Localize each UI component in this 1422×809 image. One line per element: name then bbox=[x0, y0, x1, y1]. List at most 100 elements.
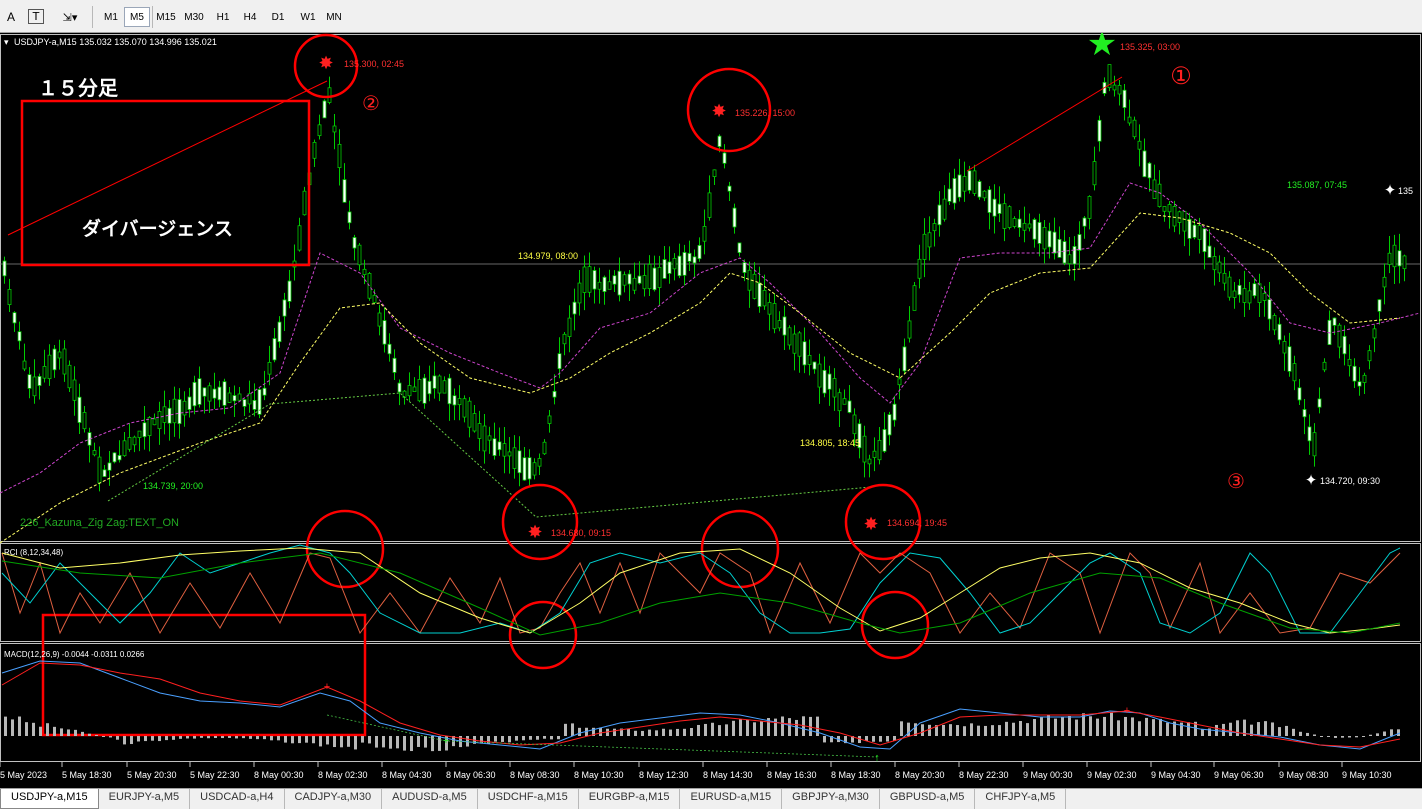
timeframe-mn[interactable]: MN bbox=[321, 7, 347, 27]
macd-histogram-bar bbox=[1138, 721, 1141, 736]
macd-histogram-bar bbox=[410, 736, 413, 752]
candle-body bbox=[1082, 217, 1087, 227]
candle-body bbox=[197, 378, 202, 405]
macd-histogram-bar bbox=[508, 736, 511, 743]
text-label-tool-button[interactable]: T bbox=[28, 9, 44, 24]
timeframe-m30[interactable]: M30 bbox=[181, 7, 207, 27]
macd-histogram-bar bbox=[312, 736, 315, 744]
timeframe-h1[interactable]: H1 bbox=[210, 7, 236, 27]
chart-area[interactable]: ✸ ✸ ✸ ✸ ★ ✦ ✦ 135.300, 02:45 135.226, 15… bbox=[0, 25, 1422, 788]
candle-body bbox=[107, 462, 112, 471]
timeframe-m1[interactable]: M1 bbox=[98, 7, 124, 27]
candle-body bbox=[1072, 246, 1077, 265]
timeframe-h4[interactable]: H4 bbox=[237, 7, 263, 27]
candle-body bbox=[152, 418, 157, 426]
symbol-tab[interactable]: GBPUSD-a,M5 bbox=[880, 789, 976, 809]
candle-body bbox=[887, 414, 892, 436]
time-axis-label: 8 May 12:30 bbox=[639, 770, 689, 780]
macd-histogram-bar bbox=[242, 736, 245, 739]
macd-histogram-bar bbox=[1369, 734, 1372, 736]
macd-histogram-bar bbox=[165, 736, 168, 741]
macd-histogram-bar bbox=[389, 736, 392, 749]
timeframe-w1[interactable]: W1 bbox=[295, 7, 321, 27]
macd-cross-icon: + bbox=[324, 681, 330, 693]
candle-body bbox=[317, 124, 322, 137]
high-star-icon: ★ bbox=[1087, 33, 1117, 63]
candle-body bbox=[1387, 252, 1392, 265]
macd-histogram-bar bbox=[1012, 722, 1015, 736]
symbol-tab[interactable]: AUDUSD-a,M5 bbox=[382, 789, 478, 809]
candle-body bbox=[457, 398, 462, 406]
macd-histogram-bar bbox=[298, 736, 301, 744]
candle-body bbox=[1167, 204, 1172, 213]
candle-body bbox=[627, 273, 632, 285]
macd-histogram-bar bbox=[1390, 729, 1393, 736]
arrows-tool-button[interactable]: ⇲▾ bbox=[56, 7, 84, 27]
macd-histogram-bar bbox=[662, 728, 665, 736]
symbol-tab[interactable]: CHFJPY-a,M5 bbox=[975, 789, 1067, 809]
symbol-tab[interactable]: EURUSD-a,M15 bbox=[680, 789, 783, 809]
candle-body bbox=[7, 289, 12, 306]
macd-histogram-bar bbox=[1348, 736, 1351, 738]
macd-histogram-bar bbox=[655, 730, 658, 736]
candle-body bbox=[52, 348, 57, 371]
candle-body bbox=[1147, 162, 1152, 179]
macd-histogram-bar bbox=[704, 723, 707, 736]
symbol-tab[interactable]: USDCAD-a,H4 bbox=[190, 789, 285, 809]
candle-body bbox=[1247, 290, 1252, 304]
macd-histogram-bar bbox=[207, 736, 210, 739]
macd-histogram-bar bbox=[1166, 722, 1169, 736]
time-axis-label: 8 May 04:30 bbox=[382, 770, 432, 780]
symbol-tab[interactable]: CADJPY-a,M30 bbox=[285, 789, 383, 809]
macd-histogram-bar bbox=[39, 726, 42, 736]
candle-body bbox=[22, 360, 27, 370]
candle-body bbox=[1162, 206, 1167, 212]
candle-body bbox=[712, 169, 717, 177]
timeframe-m5[interactable]: M5 bbox=[124, 7, 150, 27]
candle-body bbox=[372, 294, 377, 303]
candle-body bbox=[1132, 119, 1137, 138]
candle-body bbox=[1037, 222, 1042, 244]
candle-body bbox=[987, 189, 992, 213]
candle-body bbox=[1277, 323, 1282, 341]
symbol-tab[interactable]: EURJPY-a,M5 bbox=[99, 789, 191, 809]
candle-body bbox=[967, 170, 972, 191]
symbol-tab[interactable]: GBPJPY-a,M30 bbox=[782, 789, 880, 809]
symbol-tab[interactable]: EURGBP-a,M15 bbox=[579, 789, 681, 809]
candle-body bbox=[597, 281, 602, 290]
candle-body bbox=[592, 270, 597, 290]
candle-body bbox=[42, 366, 47, 379]
macd-histogram-bar bbox=[795, 719, 798, 736]
macd-histogram-bar bbox=[151, 736, 154, 741]
chart-collapse-icon[interactable]: ▾ bbox=[4, 37, 9, 47]
macd-histogram-bar bbox=[921, 724, 924, 736]
price-label: 134.720, 09:30 bbox=[1320, 476, 1380, 486]
macd-histogram-bar bbox=[928, 724, 931, 736]
candle-body bbox=[132, 436, 137, 446]
symbol-tab[interactable]: USDJPY-a,M15 bbox=[0, 789, 99, 809]
candle-body bbox=[192, 381, 197, 407]
candle-body bbox=[1367, 350, 1372, 362]
macd-histogram-bar bbox=[998, 725, 1001, 736]
candle-body bbox=[77, 396, 82, 423]
candle-body bbox=[1117, 84, 1122, 95]
symbol-tab[interactable]: USDCHF-a,M15 bbox=[478, 789, 579, 809]
candle-body bbox=[432, 375, 437, 389]
candle-body bbox=[1252, 283, 1257, 297]
macd-histogram-bar bbox=[718, 725, 721, 736]
candle-body bbox=[637, 275, 642, 284]
text-tool-button[interactable]: A bbox=[4, 7, 18, 27]
timeframe-d1[interactable]: D1 bbox=[265, 7, 291, 27]
candle-body bbox=[557, 353, 562, 370]
candle-body bbox=[287, 280, 292, 302]
macd-histogram-bar bbox=[32, 722, 35, 736]
candle-body bbox=[837, 392, 842, 412]
candle-body bbox=[212, 388, 217, 399]
macd-histogram-bar bbox=[788, 718, 791, 736]
macd-histogram-bar bbox=[249, 736, 252, 739]
marker-1: ① bbox=[1170, 63, 1192, 90]
time-axis-label: 8 May 10:30 bbox=[574, 770, 624, 780]
timeframe-m15[interactable]: M15 bbox=[153, 7, 179, 27]
macd-histogram-bar bbox=[179, 736, 182, 739]
macd-histogram-bar bbox=[1019, 721, 1022, 736]
